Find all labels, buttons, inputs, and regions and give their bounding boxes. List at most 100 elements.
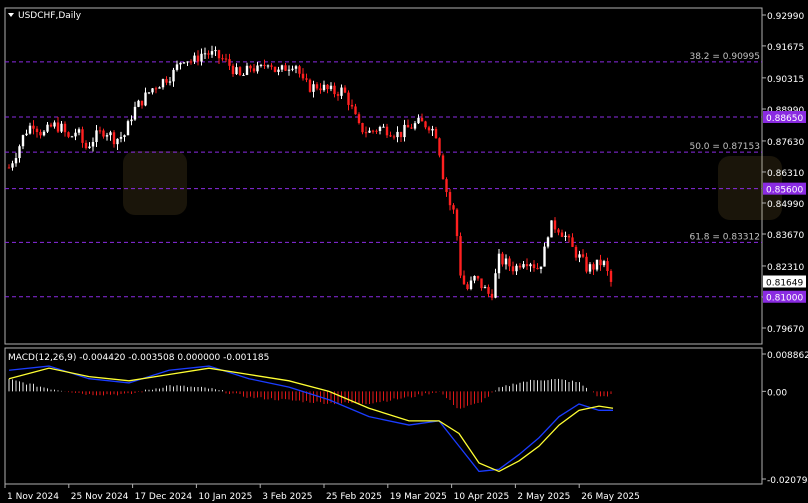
candle-body	[434, 128, 438, 139]
candle-body	[25, 133, 28, 136]
candle-body	[567, 235, 571, 238]
candle-body	[553, 220, 557, 230]
candle-body	[221, 58, 224, 60]
candle-body	[49, 124, 53, 127]
x-axis-label: 26 May 2025	[581, 492, 640, 502]
candle-body	[361, 122, 364, 133]
candle-body	[88, 146, 91, 149]
candle-body	[487, 287, 490, 294]
level-axis-label: 0.81000	[766, 294, 803, 304]
candle-body	[532, 264, 536, 269]
candle-body	[501, 253, 504, 265]
price-tick-label: 0.83670	[767, 231, 804, 241]
price-tick-label: 0.84990	[767, 200, 804, 210]
x-axis-label: 17 Dec 2024	[135, 492, 193, 502]
macd-panel-frame	[4, 347, 763, 485]
candle-body	[490, 293, 494, 298]
candle-body	[539, 266, 543, 269]
candle-body	[459, 236, 462, 276]
candle-body	[158, 87, 161, 89]
candle-body	[102, 130, 105, 137]
candle-body	[480, 278, 483, 289]
price-tick-label: 0.87630	[767, 138, 804, 148]
candle-body	[445, 179, 448, 193]
candle-body	[231, 65, 235, 75]
candle-body	[249, 65, 252, 69]
candle-body	[151, 88, 154, 93]
candle-body	[326, 84, 329, 90]
fib-level-label: 61.8 = 0.83312	[689, 232, 760, 242]
candle-body	[294, 66, 298, 69]
candle-body	[189, 61, 193, 63]
dropdown-arrow-icon[interactable]	[8, 13, 14, 17]
candle-body	[56, 122, 60, 132]
price-tick-label: 0.86310	[767, 169, 804, 179]
candle-body	[291, 68, 294, 70]
candle-body	[46, 124, 49, 132]
candle-body	[606, 261, 609, 272]
candle-body	[581, 254, 585, 257]
candle-body	[354, 106, 357, 115]
candle-body	[175, 64, 179, 70]
candle-body	[469, 280, 473, 290]
candle-body	[77, 129, 81, 133]
x-axis-label: 3 Feb 2025	[262, 492, 312, 502]
candle-body	[417, 117, 420, 124]
watermark-badge	[123, 151, 187, 215]
candle-body	[333, 85, 336, 95]
chart-canvas[interactable]: 0.929900.916750.903150.889900.876300.863…	[0, 0, 808, 503]
candle-body	[466, 284, 469, 290]
candle-body	[277, 69, 280, 72]
candle-body	[392, 136, 396, 138]
candle-body	[452, 205, 455, 210]
candle-body	[298, 66, 301, 74]
candle-body	[476, 276, 480, 279]
candle-body	[42, 131, 46, 136]
candle-body	[357, 114, 361, 123]
candle-body	[455, 209, 459, 237]
candle-body	[147, 92, 151, 94]
candle-body	[585, 256, 588, 272]
candle-body	[385, 126, 389, 136]
candle-body	[389, 135, 392, 137]
x-axis-label: 2 May 2025	[517, 492, 570, 502]
candle-body	[525, 264, 529, 267]
x-axis-label: 10 Jan 2025	[198, 492, 252, 502]
candle-body	[116, 138, 119, 145]
candle-body	[95, 130, 98, 143]
candle-body	[11, 163, 14, 168]
candle-body	[140, 100, 144, 106]
fib-level-label: 50.0 = 0.87153	[689, 142, 760, 152]
candle-body	[32, 125, 35, 129]
candle-body	[301, 73, 305, 79]
candle-body	[483, 287, 487, 289]
candle-body	[396, 131, 399, 138]
candle-body	[242, 74, 245, 76]
candle-body	[119, 137, 123, 139]
candle-body	[406, 124, 410, 128]
candle-body	[592, 264, 595, 270]
candle-body	[508, 258, 511, 267]
symbol-label: USDCHF,Daily	[18, 11, 82, 21]
candle-body	[308, 79, 312, 92]
candle-body	[63, 123, 67, 133]
candle-body	[588, 264, 592, 272]
candle-body	[84, 142, 88, 149]
candle-body	[336, 94, 340, 96]
candle-body	[105, 135, 109, 137]
candle-body	[280, 65, 284, 70]
candle-body	[144, 92, 147, 106]
candle-body	[109, 132, 112, 136]
candle-body	[494, 273, 497, 298]
candle-body	[39, 132, 42, 136]
x-axis-label: 19 Mar 2025	[390, 492, 447, 502]
candle-body	[427, 127, 431, 131]
candle-body	[196, 55, 200, 62]
candle-body	[364, 132, 368, 134]
candle-body	[53, 122, 56, 127]
candle-body	[518, 265, 522, 268]
candle-body	[172, 69, 175, 82]
candle-body	[350, 104, 354, 107]
candle-body	[28, 125, 32, 134]
candle-body	[81, 129, 84, 143]
